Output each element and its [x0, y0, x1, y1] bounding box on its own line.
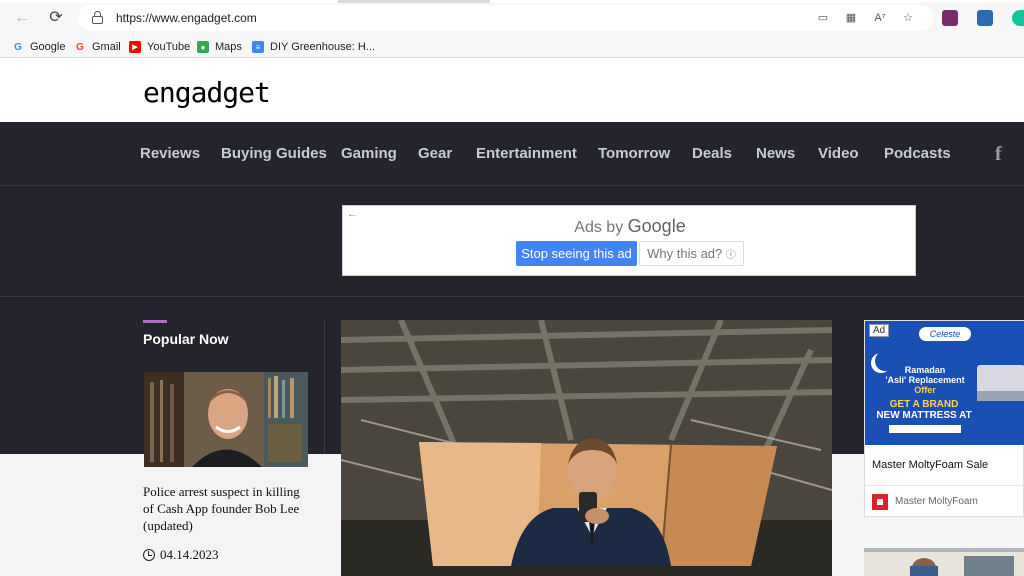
- advertiser-logo: [872, 494, 888, 510]
- side-ad-divider: [865, 485, 1024, 486]
- ad-headline: Ramadan 'Asli' Replacement Offer: [875, 365, 975, 395]
- story-thumbnail[interactable]: [144, 372, 308, 467]
- nav-podcasts[interactable]: Podcasts: [884, 145, 951, 162]
- bookmark-diy-greenhouse[interactable]: ≡ DIY Greenhouse: H...: [252, 39, 375, 55]
- bookmark-gmail[interactable]: G Gmail: [74, 39, 121, 55]
- bookmark-label: YouTube: [147, 41, 191, 53]
- bookmark-label: Gmail: [92, 41, 121, 53]
- stop-seeing-ad-button[interactable]: Stop seeing this ad: [516, 241, 637, 266]
- browser-toolbar: ← ⟳ https://www.engadget.com ▭ ▦ A⁷ ☆: [0, 0, 1024, 36]
- maps-icon: ●: [197, 41, 209, 53]
- app-available-icon[interactable]: ▭: [816, 11, 830, 25]
- ad-headline-line: 'Asli' Replacement: [885, 375, 965, 385]
- gmail-icon: G: [76, 41, 84, 53]
- address-bar[interactable]: https://www.engadget.com ▭ ▦ A⁷ ☆: [78, 5, 933, 31]
- info-icon: ⓘ: [725, 250, 736, 261]
- nav-entertainment[interactable]: Entertainment: [476, 145, 577, 162]
- section-accent: [143, 320, 167, 323]
- why-this-ad-label: Why this ad?: [647, 246, 723, 261]
- extension-icon[interactable]: [977, 10, 993, 26]
- story-headline[interactable]: Police arrest suspect in killing of Cash…: [143, 483, 313, 534]
- bookmark-youtube[interactable]: ▶ YouTube: [129, 39, 190, 55]
- ad-headline-line: NEW MATTRESS AT: [876, 410, 972, 421]
- nav-buying-guides[interactable]: Buying Guides: [221, 145, 327, 162]
- grammarly-icon[interactable]: [1012, 10, 1024, 26]
- google-icon: G: [14, 41, 22, 53]
- ads-by-google: Ads by Google: [343, 216, 917, 237]
- docs-icon: ≡: [252, 41, 264, 53]
- ad-headline-line: Ramadan: [904, 365, 946, 375]
- ad-badge: Ad: [869, 324, 890, 337]
- section-divider: [0, 296, 1024, 297]
- nav-tomorrow[interactable]: Tomorrow: [598, 145, 670, 162]
- mattress-image: [977, 365, 1024, 401]
- read-aloud-icon[interactable]: A⁷: [873, 11, 887, 25]
- facebook-icon[interactable]: f: [995, 143, 1002, 166]
- ad-headline-line: Offer: [914, 385, 936, 395]
- bookmark-label: Google: [30, 41, 66, 53]
- side-ad-card[interactable]: Ad Celeste Ramadan 'Asli' Replacement Of…: [864, 320, 1024, 517]
- nav-deals[interactable]: Deals: [692, 145, 732, 162]
- ad-cta: [889, 425, 961, 433]
- qr-code-icon[interactable]: ▦: [844, 11, 858, 25]
- bookmarks-bar: G Google G Gmail ▶ YouTube ● Maps ≡ DIY …: [0, 36, 1024, 58]
- tab-strip: [0, 0, 1024, 3]
- popular-now-heading: Popular Now: [143, 331, 229, 347]
- refresh-icon[interactable]: ⟳: [46, 8, 66, 28]
- nav-divider: [0, 185, 1024, 186]
- ad-headline-line: GET A BRAND: [889, 399, 959, 410]
- ad-subheadline: GET A BRAND NEW MATTRESS AT: [869, 399, 979, 421]
- bookmark-maps[interactable]: ● Maps: [197, 39, 242, 55]
- date-label: 04.14.2023: [160, 547, 219, 562]
- nav-news[interactable]: News: [756, 145, 795, 162]
- url-text[interactable]: https://www.engadget.com: [116, 11, 257, 25]
- side-ad-source[interactable]: Master MoltyFoam: [895, 496, 978, 507]
- google-wordmark: Google: [627, 216, 686, 236]
- side-ad-image[interactable]: Ad Celeste Ramadan 'Asli' Replacement Of…: [865, 321, 1024, 445]
- top-ad-banner: ← Ads by Google Stop seeing this ad Why …: [342, 205, 916, 276]
- extension-icon[interactable]: [942, 10, 958, 26]
- youtube-icon: ▶: [129, 41, 141, 53]
- engadget-logo[interactable]: engadget: [143, 76, 271, 109]
- nav-gaming[interactable]: Gaming: [341, 145, 397, 162]
- side-story-thumbnail[interactable]: [864, 548, 1024, 576]
- celeste-logo: Celeste: [919, 327, 971, 341]
- column-divider: [324, 320, 325, 454]
- nav-video[interactable]: Video: [818, 145, 859, 162]
- bookmark-label: DIY Greenhouse: H...: [270, 41, 375, 53]
- lock-icon[interactable]: [92, 11, 103, 24]
- ads-by-label: Ads by: [574, 219, 624, 236]
- back-arrow-icon[interactable]: ←: [12, 8, 32, 28]
- why-this-ad-button[interactable]: Why this ad? ⓘ: [639, 241, 744, 266]
- nav-gear[interactable]: Gear: [418, 145, 452, 162]
- story-date: 04.14.2023: [143, 547, 219, 563]
- clock-icon: [143, 549, 155, 561]
- hero-image[interactable]: [341, 320, 832, 576]
- favorite-star-icon[interactable]: ☆: [901, 11, 915, 25]
- bookmark-label: Maps: [215, 41, 242, 53]
- bookmark-google[interactable]: G Google: [12, 39, 65, 55]
- nav-reviews[interactable]: Reviews: [140, 145, 200, 162]
- side-ad-title[interactable]: Master MoltyFoam Sale: [872, 459, 988, 471]
